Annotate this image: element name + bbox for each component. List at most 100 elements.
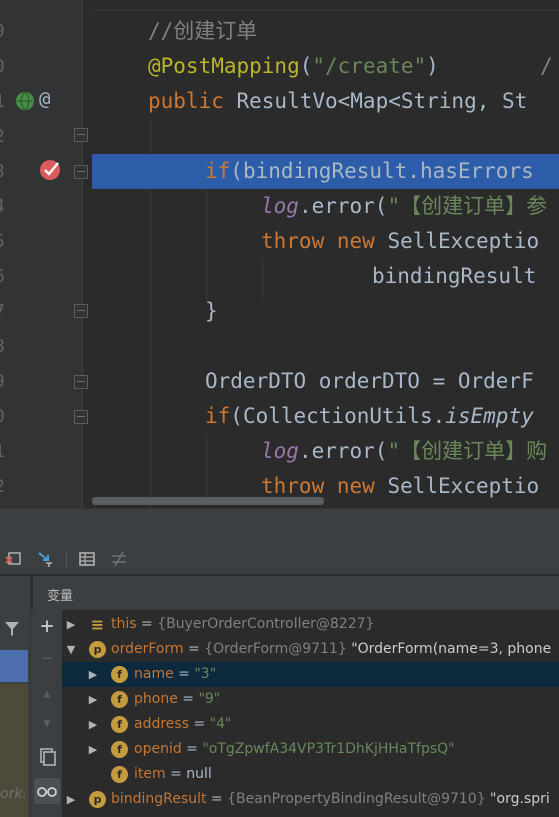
fold-marker[interactable] [74, 304, 88, 318]
code-line-current[interactable]: if(bindingResult.hasErrors [92, 154, 559, 189]
code-line-comment[interactable]: //创建订单 [92, 14, 559, 49]
variable-value: "org.spri [485, 791, 550, 807]
line-number: 1 [0, 90, 8, 114]
add-watch-button[interactable]: + [36, 616, 58, 638]
variable-row[interactable]: f item = null [62, 762, 559, 787]
fold-marker[interactable] [74, 375, 88, 389]
step-cursor-icon[interactable] [36, 550, 54, 568]
expand-arrow-icon[interactable]: ▶ [66, 612, 76, 637]
move-up-button[interactable]: ▲ [36, 682, 58, 704]
field-icon: f [111, 691, 128, 708]
expand-arrow-icon[interactable]: ▶ [88, 687, 98, 712]
variables-tab-header[interactable]: 变量 [33, 576, 559, 611]
expand-arrow-icon[interactable]: ▶ [88, 662, 98, 687]
string-literal: "【创建订单】购 [387, 439, 548, 463]
variable-row[interactable]: ▼ p orderForm = {OrderForm@9711} "OrderF… [62, 637, 559, 662]
code-line[interactable]: OrderDTO orderDTO = OrderF [92, 364, 559, 399]
variable-row-selected[interactable]: ▶ f name = "3" [62, 662, 559, 687]
keyword: throw [261, 474, 325, 498]
equals: = [181, 741, 203, 757]
expand-arrow-icon[interactable]: ▶ [88, 712, 98, 737]
toolbar-separator [66, 550, 67, 568]
variable-value: "3" [194, 666, 217, 682]
variable-name: phone [134, 691, 178, 707]
equals: = [173, 666, 195, 682]
variable-value: null [186, 766, 212, 782]
code-text: (bindingResult.hasErrors [230, 159, 534, 183]
restore-layout-icon[interactable] [4, 550, 22, 568]
keyword: if [205, 404, 231, 428]
variable-row[interactable]: ▶ f openid = "oTgZpwfA34VP3Tr1DhKjHHaTfp… [62, 737, 559, 762]
code-editor[interactable]: 9 0 1 2 3 4 5 6 7 8 9 0 1 2 @ //创建订单 @Po… [0, 0, 559, 508]
code-text: SellExceptio [374, 474, 540, 498]
code-line-annotation[interactable]: @PostMapping("/create") / [92, 49, 559, 84]
equals: = [165, 766, 187, 782]
filter-icon[interactable] [4, 620, 20, 638]
code-text: ResultVo<Map<String, St [223, 89, 528, 113]
selected-frame[interactable] [0, 650, 28, 682]
line-number: 3 [0, 160, 8, 184]
mute-breakpoints-icon[interactable] [110, 550, 128, 568]
variable-value: "oTgZpwfA34VP3Tr1DhKjHHaTfpsQ" [202, 741, 455, 757]
line-number: 0 [0, 405, 8, 429]
glasses-icon[interactable] [36, 780, 58, 802]
static-method: isEmpty [445, 404, 534, 428]
code-line[interactable]: log.error("【创建订单】参 [92, 189, 559, 224]
code-text: SellExceptio [374, 229, 540, 253]
variable-row[interactable]: ▶ f address = "4" [62, 712, 559, 737]
line-number: 8 [0, 335, 8, 359]
evaluate-table-icon[interactable] [78, 550, 96, 568]
expand-arrow-icon[interactable]: ▶ [66, 787, 76, 812]
paren: ( [299, 54, 313, 78]
equals: = [183, 641, 205, 657]
line-number: 4 [0, 195, 8, 219]
line-number: 0 [0, 55, 8, 79]
variable-name: name [134, 666, 174, 682]
variable-value: "4" [209, 716, 232, 732]
move-down-button[interactable]: ▼ [36, 712, 58, 734]
expand-arrow-icon[interactable]: ▶ [88, 737, 98, 762]
gutter-separator [82, 0, 83, 508]
variable-value: "OrderForm(name=3, phone [346, 641, 552, 657]
variable-name: bindingResult [111, 791, 207, 807]
line-gutter[interactable]: 9 0 1 2 3 4 5 6 7 8 9 0 1 2 @ [0, 0, 83, 508]
remove-watch-button[interactable]: − [36, 648, 58, 670]
code-line[interactable]: } [92, 294, 559, 329]
variable-row[interactable]: ▶ f phone = "9" [62, 687, 559, 712]
variable-ref: {BuyerOrderController@8227} [157, 616, 375, 632]
comment-text: //创建订单 [148, 19, 258, 43]
line-number: 2 [0, 475, 8, 499]
breakpoint-check-icon[interactable] [38, 158, 64, 182]
variable-name: orderForm [111, 641, 184, 657]
string-literal: "【创建订单】参 [387, 194, 548, 218]
spring-web-globe-icon[interactable] [14, 90, 36, 112]
code-text: .error( [298, 439, 388, 463]
code-text: bindingResult [372, 264, 537, 288]
code-line[interactable]: log.error("【创建订单】购 [92, 434, 559, 469]
code-line[interactable]: bindingResult [92, 259, 559, 294]
code-line-signature[interactable]: public ResultVo<Map<String, St [92, 84, 559, 119]
frames-panel[interactable]: ork. [0, 576, 31, 817]
keyword: new [336, 229, 375, 253]
variable-row[interactable]: ▶ p bindingResult = {BeanPropertyBinding… [62, 787, 559, 812]
frame-watermark: ork. [0, 786, 27, 802]
fold-marker[interactable] [74, 410, 88, 424]
code-text: (CollectionUtils. [230, 404, 446, 428]
field-icon: f [111, 741, 128, 758]
fold-marker[interactable] [74, 128, 88, 142]
fold-marker[interactable] [74, 165, 88, 179]
line-number: 2 [0, 125, 8, 149]
copy-icon[interactable] [36, 746, 58, 768]
keyword: public [148, 89, 224, 113]
line-number: 7 [0, 300, 8, 324]
horizontal-scrollbar[interactable] [92, 497, 324, 505]
mapping-at-icon[interactable]: @ [39, 88, 50, 110]
debugger-toolbar [0, 544, 559, 575]
collapse-arrow-icon[interactable]: ▼ [66, 637, 76, 662]
panel-divider[interactable] [0, 508, 559, 545]
code-line[interactable]: throw new SellExceptio [92, 224, 559, 259]
variable-ref: {OrderForm@9711} [204, 641, 347, 657]
variables-tree[interactable]: ▶ ≡ this = {BuyerOrderController@8227} ▼… [62, 610, 559, 817]
variable-row[interactable]: ▶ ≡ this = {BuyerOrderController@8227} [62, 612, 559, 637]
code-line[interactable]: if(CollectionUtils.isEmpty [92, 399, 559, 434]
